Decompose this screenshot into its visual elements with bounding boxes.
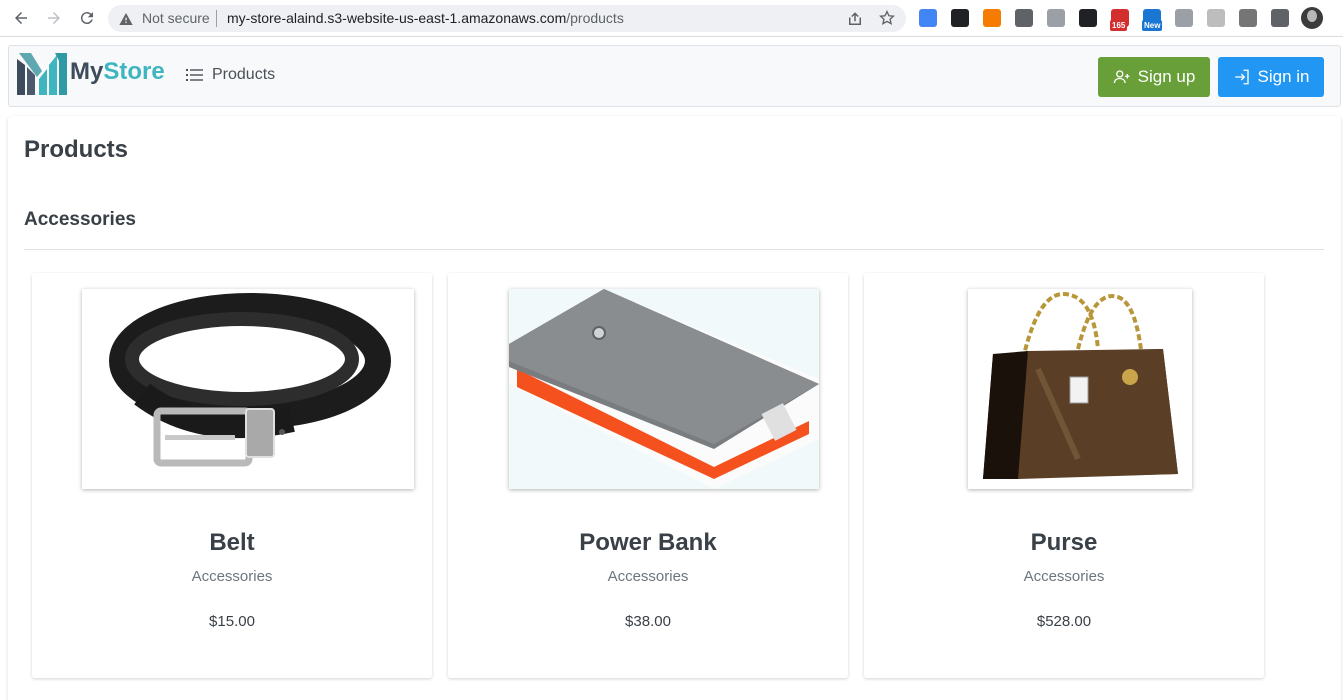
back-button[interactable] (10, 7, 32, 29)
address-bar[interactable]: Not secure my-store-alaind.s3-website-us… (108, 5, 906, 32)
product-category: Accessories (607, 568, 689, 585)
nav-products-label: Products (212, 66, 276, 83)
reload-button[interactable] (76, 7, 98, 29)
product-price: $15.00 (209, 613, 255, 630)
browser-toolbar: Not secure my-store-alaind.s3-website-us… (0, 0, 1343, 37)
forward-button[interactable] (43, 7, 65, 29)
logo-my: My (70, 58, 104, 85)
copy-icon[interactable] (1079, 9, 1097, 27)
url-text[interactable]: my-store-alaind.s3-website-us-east-1.ama… (227, 10, 624, 26)
grid-icon[interactable] (1207, 9, 1225, 27)
product-category: Accessories (1023, 568, 1105, 585)
product-image-purse[interactable] (968, 289, 1192, 489)
puzzle-icon[interactable] (1271, 9, 1289, 27)
product-category: Accessories (191, 568, 273, 585)
power-bank-image (509, 289, 819, 489)
logo-store: Store (103, 58, 165, 85)
calendar-badge: 165 (1110, 20, 1128, 31)
url-path: /products (566, 10, 624, 26)
tab-icon[interactable] (951, 9, 969, 27)
arrow-left-icon (15, 12, 27, 24)
share-icon[interactable] (846, 10, 864, 28)
logo-text[interactable]: MyStore (70, 58, 165, 86)
bookmark-star-icon[interactable] (878, 9, 896, 27)
belt-image (82, 289, 414, 489)
product-name[interactable]: Power Bank (448, 529, 848, 557)
target-icon[interactable] (1047, 9, 1065, 27)
profile-avatar[interactable] (1301, 7, 1323, 29)
section-divider (24, 249, 1324, 250)
mystore-logo-icon[interactable] (17, 53, 67, 95)
page-title: Products (24, 136, 129, 163)
products-panel: Products Accessories Belt Accessories $1… (8, 116, 1341, 700)
orange-circle-icon[interactable] (983, 9, 1001, 27)
app-navbar: MyStore Products Sign up Sign in (8, 45, 1341, 107)
warning-icon[interactable] (118, 11, 134, 27)
arrow-right-icon (48, 12, 60, 24)
section-title: Accessories (24, 209, 136, 230)
reload-icon (80, 12, 93, 25)
security-label[interactable]: Not secure (142, 10, 210, 26)
pdf-icon[interactable] (1239, 9, 1257, 27)
list-icon (186, 69, 203, 81)
product-card-purse[interactable]: Purse Accessories $528.00 (864, 273, 1264, 678)
nav-products-link[interactable]: Products (186, 66, 275, 84)
wifi-icon[interactable] (1175, 9, 1193, 27)
purse-image (968, 289, 1192, 489)
product-name[interactable]: Belt (32, 529, 432, 557)
product-image-belt[interactable] (82, 289, 414, 489)
signup-label: Sign up (1137, 67, 1196, 86)
product-image-power-bank[interactable] (509, 289, 819, 489)
signin-button[interactable]: Sign in (1218, 57, 1324, 97)
url-host: my-store-alaind.s3-website-us-east-1.ama… (227, 10, 567, 26)
product-card-belt[interactable]: Belt Accessories $15.00 (32, 273, 432, 678)
barcode-icon[interactable] (1015, 9, 1033, 27)
user-plus-icon (1113, 70, 1130, 84)
translate-icon[interactable] (919, 9, 937, 27)
product-name[interactable]: Purse (864, 529, 1264, 557)
signin-label: Sign in (1257, 67, 1310, 86)
sign-in-icon (1234, 69, 1249, 85)
address-divider (216, 10, 217, 27)
signup-button[interactable]: Sign up (1098, 57, 1210, 97)
news-badge: New (1142, 20, 1163, 31)
product-price: $38.00 (625, 613, 671, 630)
product-card-power-bank[interactable]: Power Bank Accessories $38.00 (448, 273, 848, 678)
product-price: $528.00 (1036, 613, 1092, 630)
